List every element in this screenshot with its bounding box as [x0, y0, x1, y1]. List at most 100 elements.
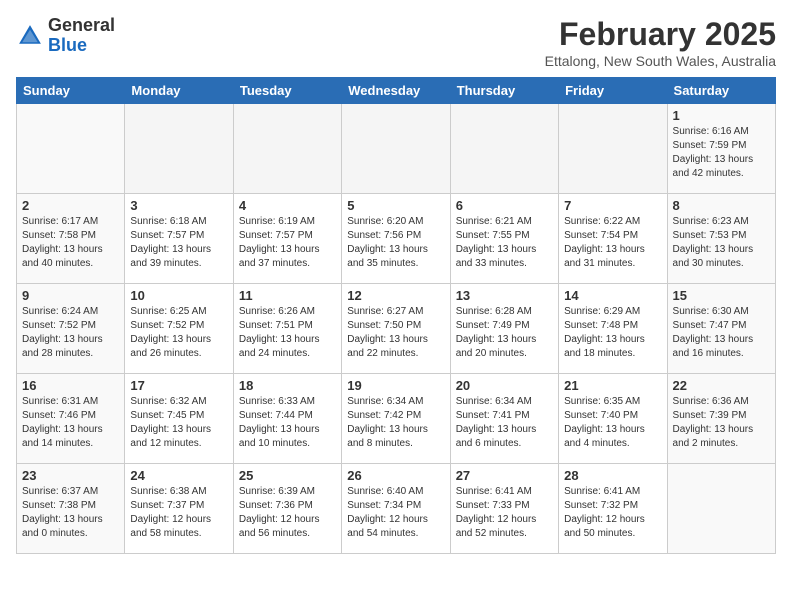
week-row-1: 1 Sunrise: 6:16 AM Sunset: 7:59 PM Daylig…	[17, 104, 776, 194]
day-number: 18	[239, 378, 336, 393]
day-cell: 17 Sunrise: 6:32 AM Sunset: 7:45 PM Dayli…	[125, 374, 233, 464]
day-cell: 11 Sunrise: 6:26 AM Sunset: 7:51 PM Dayli…	[233, 284, 341, 374]
day-info: Sunrise: 6:27 AM Sunset: 7:50 PM Dayligh…	[347, 305, 444, 361]
day-cell: 28 Sunrise: 6:41 AM Sunset: 7:32 PM Dayli…	[559, 464, 667, 554]
title-area: February 2025 Ettalong, New South Wales,…	[545, 16, 776, 69]
day-cell: 18 Sunrise: 6:33 AM Sunset: 7:44 PM Dayli…	[233, 374, 341, 464]
day-cell	[17, 104, 125, 194]
day-cell: 23 Sunrise: 6:37 AM Sunset: 7:38 PM Dayli…	[17, 464, 125, 554]
day-number: 26	[347, 468, 444, 483]
day-number: 13	[456, 288, 553, 303]
day-cell: 3Sunrise: 6:18 AM Sunset: 7:57 PM Daylig…	[125, 194, 233, 284]
day-info: Sunrise: 6:35 AM Sunset: 7:40 PM Dayligh…	[564, 395, 661, 451]
day-cell: 5Sunrise: 6:20 AM Sunset: 7:56 PM Daylig…	[342, 194, 450, 284]
day-info: Sunrise: 6:36 AM Sunset: 7:39 PM Dayligh…	[673, 395, 770, 451]
day-cell: 8 Sunrise: 6:23 AM Sunset: 7:53 PM Daylig…	[667, 194, 775, 284]
day-info: Sunrise: 6:33 AM Sunset: 7:44 PM Dayligh…	[239, 395, 336, 451]
day-cell: 25 Sunrise: 6:39 AM Sunset: 7:36 PM Dayli…	[233, 464, 341, 554]
day-number: 10	[130, 288, 227, 303]
col-header-sunday: Sunday	[17, 78, 125, 104]
day-number: 21	[564, 378, 661, 393]
day-cell: 14 Sunrise: 6:29 AM Sunset: 7:48 PM Dayli…	[559, 284, 667, 374]
col-header-wednesday: Wednesday	[342, 78, 450, 104]
week-row-5: 23 Sunrise: 6:37 AM Sunset: 7:38 PM Dayli…	[17, 464, 776, 554]
day-number: 14	[564, 288, 661, 303]
day-number: 12	[347, 288, 444, 303]
day-number: 27	[456, 468, 553, 483]
day-cell: 19 Sunrise: 6:34 AM Sunset: 7:42 PM Dayli…	[342, 374, 450, 464]
day-number: 7	[564, 198, 661, 213]
day-info: Sunrise: 6:31 AM Sunset: 7:46 PM Dayligh…	[22, 395, 119, 451]
day-number: 9	[22, 288, 119, 303]
day-info: Sunrise: 6:18 AM Sunset: 7:57 PM Dayligh…	[130, 215, 227, 271]
day-info: Sunrise: 6:37 AM Sunset: 7:38 PM Dayligh…	[22, 485, 119, 541]
day-info: Sunrise: 6:19 AM Sunset: 7:57 PM Dayligh…	[239, 215, 336, 271]
day-cell	[667, 464, 775, 554]
day-cell: 24Sunrise: 6:38 AM Sunset: 7:37 PM Dayli…	[125, 464, 233, 554]
day-info: Sunrise: 6:29 AM Sunset: 7:48 PM Dayligh…	[564, 305, 661, 361]
day-cell: 4 Sunrise: 6:19 AM Sunset: 7:57 PM Daylig…	[233, 194, 341, 284]
day-cell: 12 Sunrise: 6:27 AM Sunset: 7:50 PM Dayli…	[342, 284, 450, 374]
day-info: Sunrise: 6:26 AM Sunset: 7:51 PM Dayligh…	[239, 305, 336, 361]
day-info: Sunrise: 6:22 AM Sunset: 7:54 PM Dayligh…	[564, 215, 661, 271]
day-cell: 27 Sunrise: 6:41 AM Sunset: 7:33 PM Dayli…	[450, 464, 558, 554]
day-cell: 26 Sunrise: 6:40 AM Sunset: 7:34 PM Dayli…	[342, 464, 450, 554]
day-cell	[233, 104, 341, 194]
day-number: 15	[673, 288, 770, 303]
day-cell	[559, 104, 667, 194]
col-header-tuesday: Tuesday	[233, 78, 341, 104]
day-info: Sunrise: 6:34 AM Sunset: 7:41 PM Dayligh…	[456, 395, 553, 451]
day-cell: 1 Sunrise: 6:16 AM Sunset: 7:59 PM Daylig…	[667, 104, 775, 194]
day-info: Sunrise: 6:32 AM Sunset: 7:45 PM Dayligh…	[130, 395, 227, 451]
day-cell: 9Sunrise: 6:24 AM Sunset: 7:52 PM Daylig…	[17, 284, 125, 374]
day-cell: 6Sunrise: 6:21 AM Sunset: 7:55 PM Daylig…	[450, 194, 558, 284]
logo-text: General Blue	[48, 16, 115, 56]
logo: General Blue	[16, 16, 115, 56]
week-row-3: 9Sunrise: 6:24 AM Sunset: 7:52 PM Daylig…	[17, 284, 776, 374]
day-number: 20	[456, 378, 553, 393]
day-info: Sunrise: 6:39 AM Sunset: 7:36 PM Dayligh…	[239, 485, 336, 541]
calendar-title: February 2025	[545, 16, 776, 53]
day-number: 25	[239, 468, 336, 483]
header: General Blue February 2025 Ettalong, New…	[16, 16, 776, 69]
col-header-monday: Monday	[125, 78, 233, 104]
day-cell: 16Sunrise: 6:31 AM Sunset: 7:46 PM Dayli…	[17, 374, 125, 464]
day-number: 24	[130, 468, 227, 483]
day-cell: 2 Sunrise: 6:17 AM Sunset: 7:58 PM Daylig…	[17, 194, 125, 284]
calendar-subtitle: Ettalong, New South Wales, Australia	[545, 53, 776, 69]
day-info: Sunrise: 6:40 AM Sunset: 7:34 PM Dayligh…	[347, 485, 444, 541]
day-info: Sunrise: 6:23 AM Sunset: 7:53 PM Dayligh…	[673, 215, 770, 271]
day-cell: 7 Sunrise: 6:22 AM Sunset: 7:54 PM Daylig…	[559, 194, 667, 284]
day-info: Sunrise: 6:34 AM Sunset: 7:42 PM Dayligh…	[347, 395, 444, 451]
day-number: 6	[456, 198, 553, 213]
day-info: Sunrise: 6:28 AM Sunset: 7:49 PM Dayligh…	[456, 305, 553, 361]
day-info: Sunrise: 6:41 AM Sunset: 7:33 PM Dayligh…	[456, 485, 553, 541]
day-info: Sunrise: 6:41 AM Sunset: 7:32 PM Dayligh…	[564, 485, 661, 541]
day-number: 17	[130, 378, 227, 393]
col-header-saturday: Saturday	[667, 78, 775, 104]
day-info: Sunrise: 6:17 AM Sunset: 7:58 PM Dayligh…	[22, 215, 119, 271]
calendar-table: SundayMondayTuesdayWednesdayThursdayFrid…	[16, 77, 776, 554]
day-number: 2	[22, 198, 119, 213]
day-info: Sunrise: 6:16 AM Sunset: 7:59 PM Dayligh…	[673, 125, 770, 181]
day-cell: 10 Sunrise: 6:25 AM Sunset: 7:52 PM Dayli…	[125, 284, 233, 374]
day-number: 28	[564, 468, 661, 483]
day-cell	[342, 104, 450, 194]
day-info: Sunrise: 6:20 AM Sunset: 7:56 PM Dayligh…	[347, 215, 444, 271]
day-cell: 21 Sunrise: 6:35 AM Sunset: 7:40 PM Dayli…	[559, 374, 667, 464]
day-number: 4	[239, 198, 336, 213]
day-cell: 15Sunrise: 6:30 AM Sunset: 7:47 PM Dayli…	[667, 284, 775, 374]
week-row-2: 2 Sunrise: 6:17 AM Sunset: 7:58 PM Daylig…	[17, 194, 776, 284]
day-number: 11	[239, 288, 336, 303]
day-number: 22	[673, 378, 770, 393]
day-number: 1	[673, 108, 770, 123]
day-info: Sunrise: 6:25 AM Sunset: 7:52 PM Dayligh…	[130, 305, 227, 361]
day-cell: 13 Sunrise: 6:28 AM Sunset: 7:49 PM Dayli…	[450, 284, 558, 374]
logo-icon	[16, 22, 44, 50]
day-number: 8	[673, 198, 770, 213]
day-cell: 20 Sunrise: 6:34 AM Sunset: 7:41 PM Dayli…	[450, 374, 558, 464]
day-number: 23	[22, 468, 119, 483]
day-cell	[450, 104, 558, 194]
col-header-friday: Friday	[559, 78, 667, 104]
day-number: 19	[347, 378, 444, 393]
